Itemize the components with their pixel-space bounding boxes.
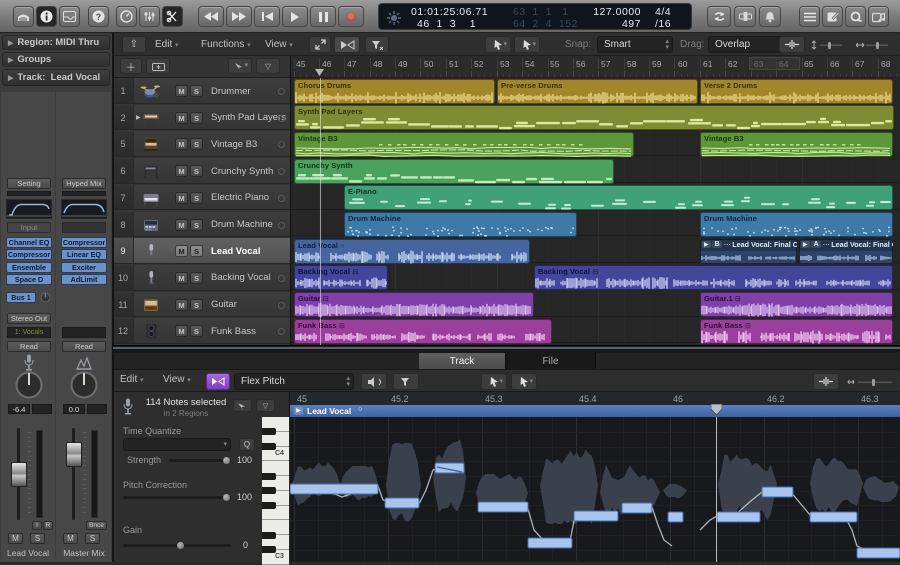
svg-text:?: ? (96, 12, 102, 22)
